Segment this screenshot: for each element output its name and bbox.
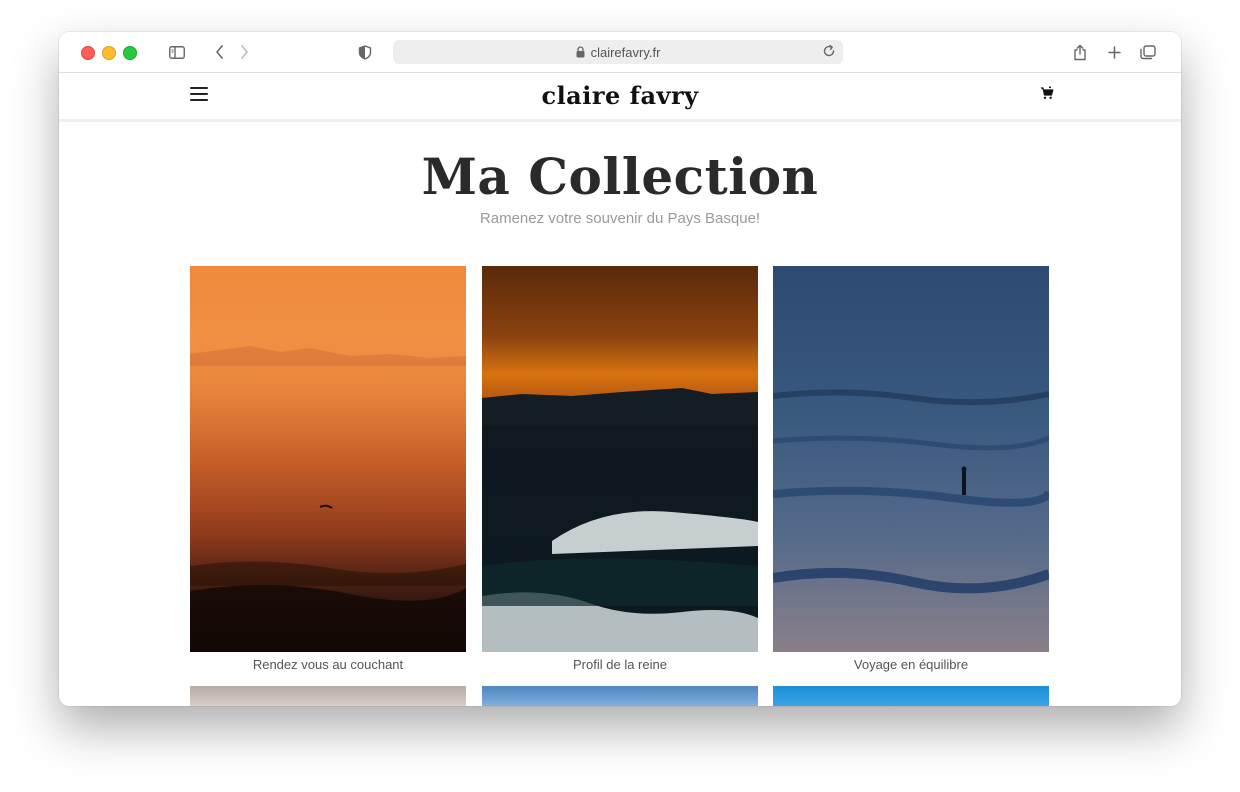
- sidebar-icon[interactable]: [167, 42, 187, 62]
- site-brand[interactable]: claire favry: [59, 81, 1181, 110]
- collection-item-partial[interactable]: [482, 686, 758, 706]
- chevron-right-icon[interactable]: [234, 42, 254, 62]
- page-title: Ma Collection: [421, 147, 819, 206]
- collection-item-caption[interactable]: Rendez vous au couchant: [190, 657, 466, 672]
- collection-item[interactable]: Profil de la reine: [482, 266, 758, 672]
- page-subtitle: Ramenez votre souvenir du Pays Basque!: [479, 210, 761, 227]
- collection-item-partial[interactable]: [190, 686, 466, 706]
- lock-icon: [576, 46, 585, 58]
- collection-item-caption[interactable]: Voyage en équilibre: [773, 657, 1049, 672]
- shield-icon[interactable]: [355, 42, 375, 62]
- address-bar[interactable]: clairefavry.fr: [393, 40, 843, 64]
- browser-window: clairefavry.fr claire favry Ma Collectio…: [59, 32, 1181, 706]
- share-icon[interactable]: [1070, 42, 1090, 62]
- reload-icon[interactable]: [821, 43, 837, 62]
- minimize-window-button[interactable]: [102, 46, 116, 60]
- site-header: claire favry: [59, 73, 1181, 122]
- collection-item-caption[interactable]: Profil de la reine: [482, 657, 758, 672]
- tabs-overview-icon[interactable]: [1138, 42, 1158, 62]
- collection-item[interactable]: Rendez vous au couchant: [190, 266, 466, 672]
- cart-icon[interactable]: [1040, 86, 1054, 100]
- browser-toolbar: clairefavry.fr: [59, 32, 1181, 73]
- photo-surfer[interactable]: [773, 266, 1049, 652]
- photo-wave[interactable]: [482, 266, 758, 652]
- address-url: clairefavry.fr: [590, 44, 661, 60]
- collection-item[interactable]: Voyage en équilibre: [773, 266, 1049, 672]
- close-window-button[interactable]: [81, 46, 95, 60]
- chevron-left-icon[interactable]: [209, 42, 229, 62]
- zoom-window-button[interactable]: [123, 46, 137, 60]
- collection-item-partial[interactable]: [773, 686, 1049, 706]
- plus-icon[interactable]: [1104, 42, 1124, 62]
- photo-sunset[interactable]: [190, 266, 466, 652]
